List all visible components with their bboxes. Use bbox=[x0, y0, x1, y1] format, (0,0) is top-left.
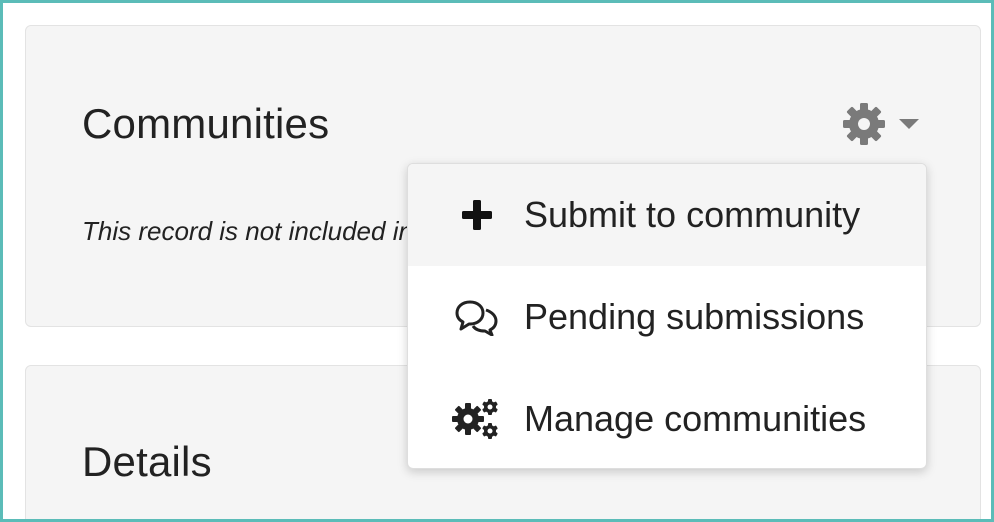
menu-item-pending-submissions[interactable]: Pending submissions bbox=[408, 266, 926, 368]
menu-item-manage-communities[interactable]: Manage communities bbox=[408, 368, 926, 468]
screenshot-frame: Communities This record is not included … bbox=[0, 0, 994, 522]
plus-icon bbox=[444, 198, 510, 232]
menu-item-submit-to-community[interactable]: Submit to community bbox=[408, 164, 926, 266]
gear-icon bbox=[840, 100, 888, 148]
cogs-icon bbox=[444, 398, 510, 440]
caret-down-icon bbox=[898, 117, 920, 131]
communities-settings-toggle[interactable] bbox=[840, 98, 930, 150]
menu-item-label: Submit to community bbox=[524, 194, 861, 235]
menu-item-label: Manage communities bbox=[524, 398, 867, 439]
comments-icon bbox=[444, 298, 510, 336]
details-title: Details bbox=[82, 438, 212, 485]
menu-item-label: Pending submissions bbox=[524, 296, 865, 337]
communities-dropdown-menu: Submit to community Pending submissions bbox=[407, 163, 927, 469]
communities-title: Communities bbox=[82, 100, 330, 147]
